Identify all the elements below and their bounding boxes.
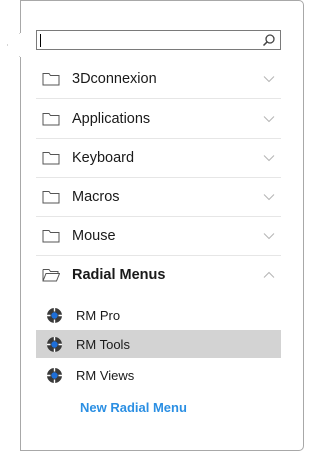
chevron-down-icon[interactable]	[263, 193, 275, 201]
folder-label: Radial Menus	[72, 267, 166, 283]
chevron-down-icon[interactable]	[263, 75, 275, 83]
folder-icon	[42, 191, 60, 204]
radial-menu-item-rm-pro[interactable]: RM Pro	[36, 301, 281, 329]
radial-menu-item-rm-views[interactable]: RM Views	[36, 361, 281, 389]
folder-icon	[42, 152, 60, 165]
chevron-up-icon[interactable]	[263, 271, 275, 279]
folder-label: Mouse	[72, 228, 116, 244]
folder-label: Applications	[72, 111, 151, 127]
chevron-down-icon[interactable]	[263, 115, 275, 123]
radial-menu-label: RM Tools	[76, 336, 130, 352]
search-icon[interactable]	[262, 33, 276, 47]
folder-3dconnexion[interactable]: 3Dconnexion	[36, 60, 281, 98]
new-radial-menu-link[interactable]: New Radial Menu	[80, 400, 187, 415]
radial-menu-icon	[47, 307, 62, 323]
folder-label: 3Dconnexion	[72, 71, 157, 87]
folder-icon	[42, 73, 60, 86]
radial-menu-icon	[47, 367, 62, 383]
folder-icon	[42, 113, 60, 126]
chevron-down-icon[interactable]	[263, 154, 275, 162]
folder-keyboard[interactable]: Keyboard	[36, 139, 281, 177]
radial-menu-icon	[47, 336, 62, 352]
folder-macros[interactable]: Macros	[36, 178, 281, 216]
radial-menu-item-rm-tools[interactable]: RM Tools	[36, 330, 281, 358]
radial-menu-label: RM Pro	[76, 307, 121, 323]
folder-open-icon	[42, 269, 60, 282]
panel-pointer	[7, 33, 20, 57]
folder-radial-menus[interactable]: Radial Menus	[36, 256, 281, 294]
folder-mouse[interactable]: Mouse	[36, 217, 281, 255]
folder-label: Keyboard	[72, 150, 135, 166]
folder-icon	[42, 230, 60, 243]
radial-menu-label: RM Views	[76, 367, 135, 383]
chevron-down-icon[interactable]	[263, 232, 275, 240]
search-input[interactable]	[36, 30, 281, 50]
text-caret	[40, 34, 41, 47]
folder-label: Macros	[72, 189, 120, 205]
folder-applications[interactable]: Applications	[36, 100, 281, 138]
